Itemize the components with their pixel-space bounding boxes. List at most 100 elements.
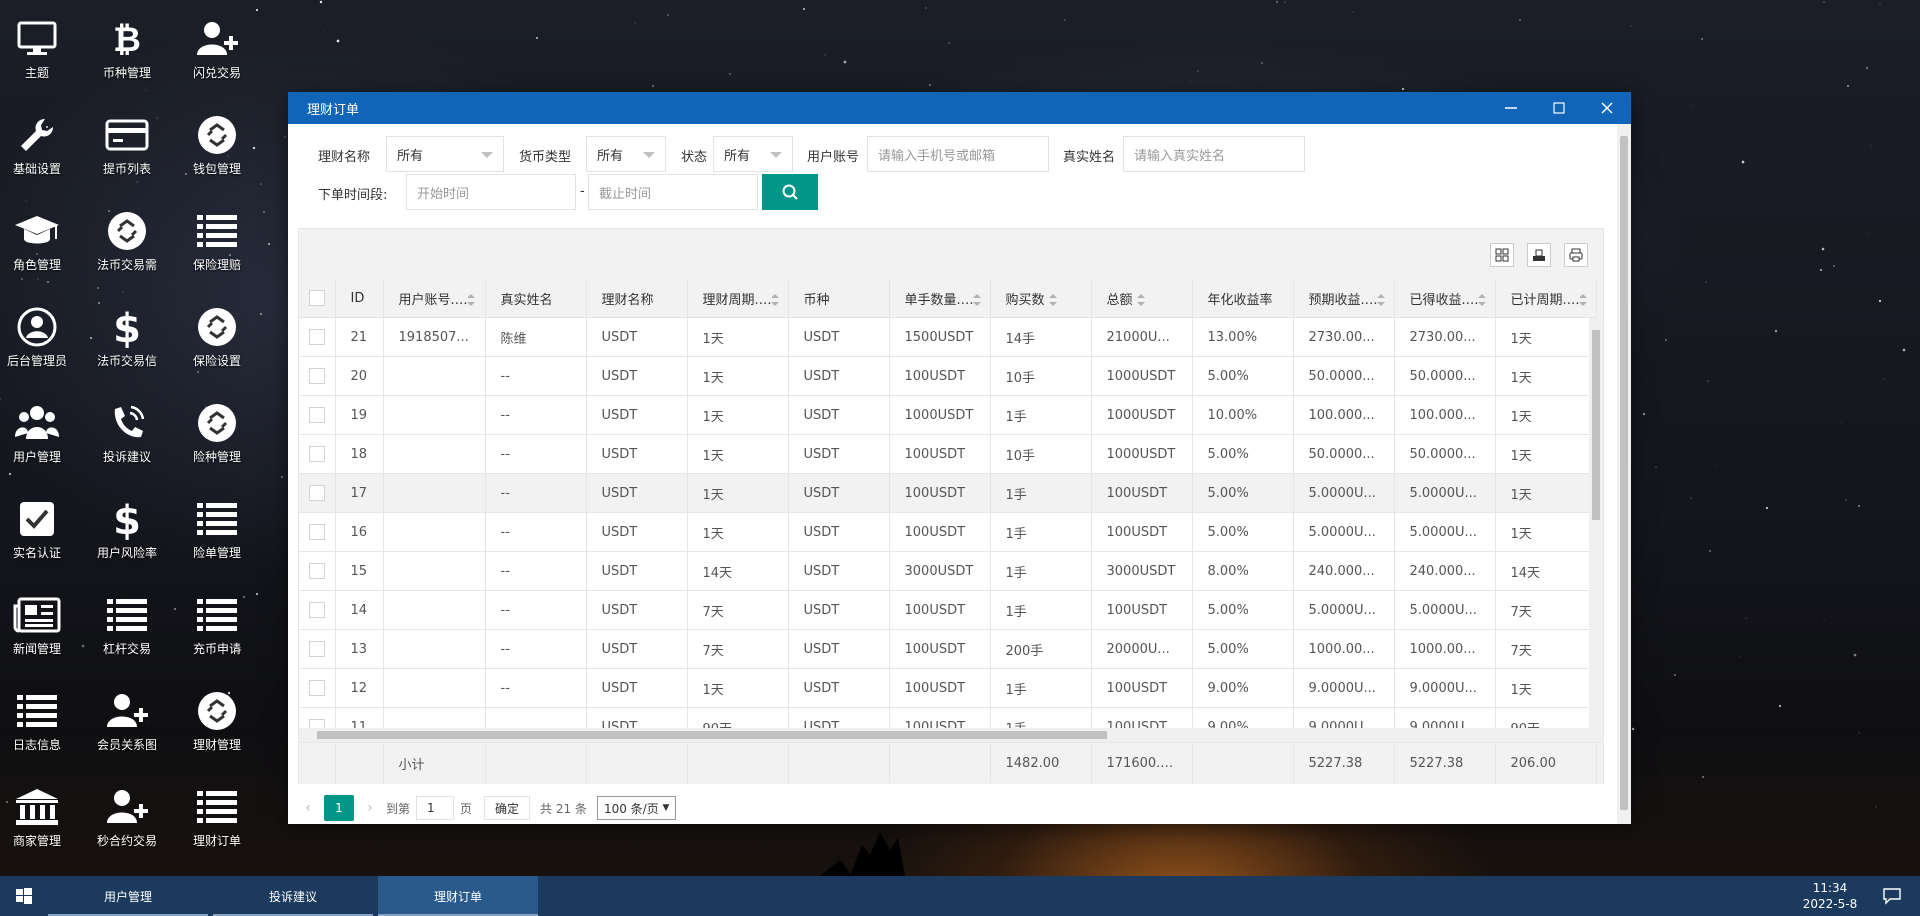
close-button[interactable]	[1583, 92, 1631, 124]
desktop-icon-17[interactable]: $ 用户风险率	[82, 496, 172, 561]
goto-confirm-button[interactable]: 确定	[484, 796, 531, 820]
desktop-icon-5[interactable]: 提币列表	[82, 112, 172, 177]
task-finance-orders[interactable]: 理财订单	[378, 876, 538, 916]
column-header[interactable]: 理财周期...	[687, 279, 789, 318]
row-checkbox[interactable]	[308, 329, 325, 345]
per-page-select[interactable]: 100 条/页 ▼	[596, 796, 677, 820]
row-checkbox[interactable]	[308, 407, 325, 423]
table-cell: 1天	[687, 512, 789, 552]
row-checkbox[interactable]	[308, 485, 325, 501]
column-header[interactable]: 总额	[1091, 279, 1193, 318]
column-header[interactable]: 用户账号...	[383, 279, 486, 318]
table-row[interactable]: 19 -- USDT 1天 USDT 1000USDT 1手 1000USDT 10.00% 10…	[299, 395, 1589, 435]
realname-input[interactable]: 请输入真实姓名	[1123, 136, 1305, 172]
desktop-icon-26[interactable]: 秒合约交易	[82, 784, 172, 849]
desktop-icon-4[interactable]: 基础设置	[0, 112, 82, 177]
row-checkbox[interactable]	[308, 602, 325, 618]
desktop-icon-25[interactable]: 商家管理	[0, 784, 82, 849]
desktop-icon-11[interactable]: $ 法币交易信	[82, 304, 172, 369]
page-number-input[interactable]: 1	[416, 796, 455, 820]
table-row[interactable]: 21 1918507... 陈维 USDT 1天 USDT 1500USDT 14手 21000…	[299, 318, 1589, 357]
desktop-icon-24[interactable]: 理财管理	[172, 688, 262, 753]
column-filter-button[interactable]	[1490, 243, 1514, 267]
sort-icon[interactable]	[1136, 294, 1145, 306]
table-vertical-scrollbar[interactable]	[1589, 318, 1603, 728]
table-row[interactable]: 17 -- USDT 1天 USDT 100USDT 1手 100USDT 5.00% 5.000…	[299, 473, 1589, 513]
notifications-button[interactable]	[1872, 876, 1912, 916]
sort-icon[interactable]	[466, 294, 475, 306]
next-page-icon[interactable]: ›	[360, 800, 380, 816]
end-time-input[interactable]: 截止时间	[588, 174, 758, 210]
minimize-button[interactable]	[1487, 92, 1535, 124]
row-checkbox[interactable]	[308, 641, 325, 657]
task-complaints[interactable]: 投诉建议	[213, 876, 373, 916]
sort-icon[interactable]	[1048, 294, 1057, 306]
currency-select[interactable]: 所有	[586, 136, 666, 172]
row-checkbox[interactable]	[308, 680, 325, 696]
desktop-icon-18[interactable]: 险单管理	[172, 496, 262, 561]
start-button[interactable]	[0, 876, 48, 916]
desktop-icon-6[interactable]: 钱包管理	[172, 112, 262, 177]
desktop-icon-22[interactable]: 日志信息	[0, 688, 82, 753]
desktop-icon-3[interactable]: 闪兑交易	[172, 16, 262, 81]
window-vertical-scrollbar[interactable]	[1617, 124, 1631, 824]
task-user-management[interactable]: 用户管理	[48, 876, 208, 916]
row-checkbox[interactable]	[308, 719, 325, 728]
row-checkbox[interactable]	[308, 368, 325, 384]
table-row[interactable]: 13 -- USDT 7天 USDT 100USDT 200手 20000U... 5.00% 1…	[299, 629, 1589, 669]
desktop-icon-23[interactable]: 会员关系图	[82, 688, 172, 753]
desktop-icon-27[interactable]: 理财订单	[172, 784, 262, 849]
row-checkbox[interactable]	[308, 563, 325, 579]
column-header[interactable]: 已计周期...	[1495, 279, 1597, 318]
sort-icon[interactable]	[770, 294, 779, 306]
desktop-icon-9[interactable]: 保险理赔	[172, 208, 262, 273]
desktop-icon-19[interactable]: 新闻管理	[0, 592, 82, 657]
desktop-icon-14[interactable]: 投诉建议	[82, 400, 172, 465]
table-row[interactable]: 12 -- USDT 1天 USDT 100USDT 1手 100USDT 9.00% 9.000…	[299, 668, 1589, 708]
desktop-icon-12[interactable]: 保险设置	[172, 304, 262, 369]
desktop-icon-16[interactable]: 实名认证	[0, 496, 82, 561]
desktop-icon-21[interactable]: 充币申请	[172, 592, 262, 657]
desktop-icon-13[interactable]: 用户管理	[0, 400, 82, 465]
table-row[interactable]: 14 -- USDT 7天 USDT 100USDT 1手 100USDT 5.00% 5.000…	[299, 590, 1589, 630]
table-cell: 15	[335, 551, 384, 591]
current-page-button[interactable]: 1	[324, 795, 354, 821]
sort-icon[interactable]	[1477, 294, 1486, 306]
row-checkbox[interactable]	[308, 446, 325, 462]
status-select[interactable]: 所有	[713, 136, 793, 172]
table-row[interactable]: 15 -- USDT 14天 USDT 3000USDT 1手 3000USDT 8.00% 24…	[299, 551, 1589, 591]
table-row[interactable]: 11USDT90天USDT100USDT1手100USDT9.00%9.0000…	[299, 707, 1589, 728]
export-button[interactable]	[1527, 243, 1551, 267]
sort-icon[interactable]	[1578, 294, 1587, 306]
account-input[interactable]: 请输入手机号或邮箱	[867, 136, 1049, 172]
table-horizontal-scrollbar[interactable]	[299, 728, 1603, 742]
table-cell: 1天	[1495, 434, 1589, 474]
maximize-button[interactable]	[1535, 92, 1583, 124]
column-header[interactable]: 单手数量...	[889, 279, 991, 318]
row-checkbox[interactable]	[308, 524, 325, 540]
desktop-icon-20[interactable]: 杠杆交易	[82, 592, 172, 657]
desktop-icon-8[interactable]: 法币交易需	[82, 208, 172, 273]
sort-icon[interactable]	[1376, 294, 1385, 306]
desktop-icon-10[interactable]: 后台管理员	[0, 304, 82, 369]
table-cell: USDT	[586, 668, 688, 708]
select-all-checkbox[interactable]	[308, 290, 325, 306]
sort-icon[interactable]	[972, 294, 981, 306]
table-row[interactable]: 16 -- USDT 1天 USDT 100USDT 1手 100USDT 5.00% 5.000…	[299, 512, 1589, 552]
prev-page-icon[interactable]: ‹	[298, 800, 318, 816]
search-button[interactable]	[762, 174, 818, 210]
product-name-select[interactable]: 所有	[386, 136, 504, 172]
column-header[interactable]: 预期收益...	[1293, 279, 1395, 318]
table-row[interactable]: 20 -- USDT 1天 USDT 100USDT 10手 1000USDT 5.00% 50.…	[299, 356, 1589, 396]
start-time-input[interactable]: 开始时间	[406, 174, 576, 210]
column-header[interactable]: 购买数	[990, 279, 1092, 318]
desktop-icon-15[interactable]: 险种管理	[172, 400, 262, 465]
table-row[interactable]: 18 -- USDT 1天 USDT 100USDT 10手 1000USDT 5.00% 50.…	[299, 434, 1589, 474]
desktop-icon-7[interactable]: 角色管理	[0, 208, 82, 273]
desktop-icon-1[interactable]: 主题	[0, 16, 82, 81]
column-header[interactable]: 已得收益...	[1394, 279, 1496, 318]
clock[interactable]: 11:34 2022-5-8	[1790, 880, 1870, 912]
window-titlebar[interactable]: 理财订单	[288, 92, 1631, 124]
print-button[interactable]	[1564, 243, 1588, 267]
desktop-icon-2[interactable]: ₿ 币种管理	[82, 16, 172, 81]
